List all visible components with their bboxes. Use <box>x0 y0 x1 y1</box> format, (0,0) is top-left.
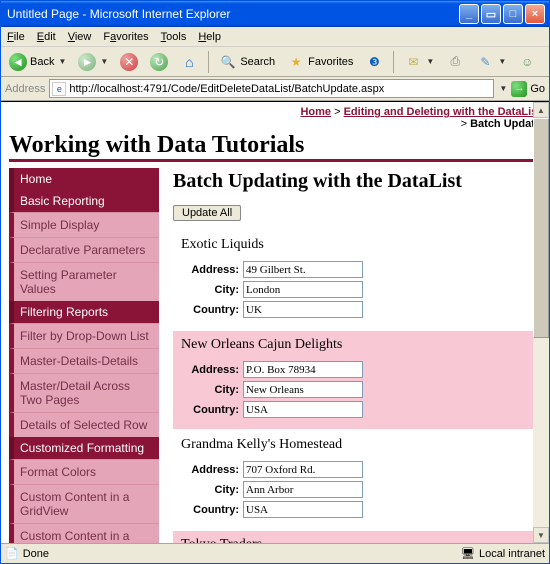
city-label: City: <box>181 384 239 396</box>
menubar: File Edit View Favorites Tools Help <box>1 27 549 47</box>
history-button[interactable]: ❸ <box>361 51 387 73</box>
page-heading: Batch Updating with the DataList <box>173 170 541 193</box>
city-input[interactable] <box>243 381 363 398</box>
url-text: http://localhost:4791/Code/EditDeleteDat… <box>69 83 384 95</box>
forward-button[interactable]: ►▼ <box>74 51 112 73</box>
country-label: Country: <box>181 304 239 316</box>
address-label: Address: <box>181 464 239 476</box>
sidebar-item[interactable]: Custom Content in a DetailsView <box>9 523 159 543</box>
update-all-button[interactable]: Update All <box>173 205 241 221</box>
zone-icon: 🖥 <box>461 547 475 560</box>
menu-file[interactable]: File <box>7 31 25 43</box>
sidebar-header-basic[interactable]: Basic Reporting <box>9 190 159 212</box>
breadcrumb-home[interactable]: Home <box>300 106 331 118</box>
supplier-name: Exotic Liquids <box>181 237 533 253</box>
toolbar: ◄Back▼ ►▼ ✕ ↻ ⌂ 🔍Search ★Favorites ❸ ✉▼ … <box>1 47 549 77</box>
sidebar: Home Basic Reporting Simple Display Decl… <box>9 168 159 543</box>
city-label: City: <box>181 484 239 496</box>
edit-button[interactable]: ✎▼ <box>472 51 510 73</box>
favorites-button[interactable]: ★Favorites <box>283 51 357 73</box>
vertical-scrollbar[interactable]: ▲ ▼ <box>533 102 549 543</box>
country-input[interactable] <box>243 401 363 418</box>
scroll-thumb[interactable] <box>533 118 549 338</box>
address-input[interactable] <box>243 261 363 278</box>
ie-window: Untitled Page - Microsoft Internet Explo… <box>0 0 550 564</box>
minimize-button[interactable]: _ <box>459 4 479 24</box>
messenger-button[interactable]: ☺ <box>514 51 540 73</box>
city-input[interactable] <box>243 281 363 298</box>
supplier-name: New Orleans Cajun Delights <box>181 337 533 353</box>
menu-favorites[interactable]: Favorites <box>103 31 148 43</box>
address-bar: Address e http://localhost:4791/Code/Edi… <box>1 77 549 101</box>
sidebar-item[interactable]: Filter by Drop-Down List <box>9 323 159 348</box>
window-buttons: _ ▭ □ × <box>459 4 545 24</box>
country-label: Country: <box>181 504 239 516</box>
scroll-track[interactable] <box>533 118 549 527</box>
country-label: Country: <box>181 404 239 416</box>
status-text: Done <box>23 548 49 560</box>
city-label: City: <box>181 284 239 296</box>
supplier-block: Exotic Liquids Address: City: Country: <box>173 231 541 329</box>
sidebar-item-home[interactable]: Home <box>9 168 159 190</box>
supplier-name: Grandma Kelly's Homestead <box>181 437 533 453</box>
statusbar: 📄 Done 🖥 Local intranet <box>1 543 549 563</box>
address-input[interactable] <box>243 461 363 478</box>
address-input[interactable] <box>243 361 363 378</box>
sidebar-item[interactable]: Custom Content in a GridView <box>9 484 159 523</box>
scroll-down-arrow[interactable]: ▼ <box>533 527 549 543</box>
sidebar-item[interactable]: Setting Parameter Values <box>9 262 159 301</box>
window-title: Untitled Page - Microsoft Internet Explo… <box>7 7 459 21</box>
print-button[interactable]: ⎙ <box>442 51 468 73</box>
breadcrumb: Home > Editing and Deleting with the Dat… <box>9 106 541 130</box>
site-title: Working with Data Tutorials <box>9 132 541 162</box>
separator <box>208 51 209 73</box>
menu-tools[interactable]: Tools <box>161 31 187 43</box>
menu-view[interactable]: View <box>68 31 92 43</box>
supplier-block: Tokyo TradersAddress:City:Country: <box>173 531 541 543</box>
sidebar-header-custom[interactable]: Customized Formatting <box>9 437 159 459</box>
close-button[interactable]: × <box>525 4 545 24</box>
breadcrumb-section[interactable]: Editing and Deleting with the DataList <box>344 106 541 118</box>
separator <box>393 51 394 73</box>
menu-help[interactable]: Help <box>198 31 221 43</box>
sidebar-item[interactable]: Details of Selected Row <box>9 412 159 437</box>
address-label: Address <box>5 83 45 95</box>
menu-edit[interactable]: Edit <box>37 31 56 43</box>
page-content: Home > Editing and Deleting with the Dat… <box>1 102 549 543</box>
sidebar-item[interactable]: Format Colors <box>9 459 159 484</box>
address-input[interactable]: e http://localhost:4791/Code/EditDeleteD… <box>49 79 494 98</box>
zone-text: Local intranet <box>479 548 545 560</box>
address-label: Address: <box>181 364 239 376</box>
sidebar-item[interactable]: Master-Details-Details <box>9 348 159 373</box>
address-dropdown[interactable]: ▼ <box>499 84 507 93</box>
country-input[interactable] <box>243 301 363 318</box>
main-content: Batch Updating with the DataList Update … <box>173 168 541 543</box>
sidebar-item[interactable]: Declarative Parameters <box>9 237 159 262</box>
scroll-up-arrow[interactable]: ▲ <box>533 102 549 118</box>
sidebar-item[interactable]: Master/Detail Across Two Pages <box>9 373 159 412</box>
page-icon: e <box>52 82 66 96</box>
supplier-block: Grandma Kelly's Homestead Address: City: Co… <box>173 431 541 529</box>
titlebar: Untitled Page - Microsoft Internet Explo… <box>1 1 549 27</box>
go-button[interactable]: →Go <box>511 81 545 97</box>
stop-button[interactable]: ✕ <box>116 51 142 73</box>
sidebar-item[interactable]: Simple Display <box>9 212 159 237</box>
restore-button[interactable]: ▭ <box>481 4 501 24</box>
maximize-button[interactable]: □ <box>503 4 523 24</box>
mail-button[interactable]: ✉▼ <box>400 51 438 73</box>
address-label: Address: <box>181 264 239 276</box>
page-icon: 📄 <box>5 547 19 560</box>
home-button[interactable]: ⌂ <box>176 51 202 73</box>
search-button[interactable]: 🔍Search <box>215 51 279 73</box>
breadcrumb-current: Batch Update <box>470 118 541 130</box>
refresh-button[interactable]: ↻ <box>146 51 172 73</box>
supplier-block: New Orleans Cajun Delights Address: City: C… <box>173 331 541 429</box>
back-button[interactable]: ◄Back▼ <box>5 51 70 73</box>
city-input[interactable] <box>243 481 363 498</box>
country-input[interactable] <box>243 501 363 518</box>
viewport: Home > Editing and Deleting with the Dat… <box>1 101 549 543</box>
sidebar-header-filter[interactable]: Filtering Reports <box>9 301 159 323</box>
